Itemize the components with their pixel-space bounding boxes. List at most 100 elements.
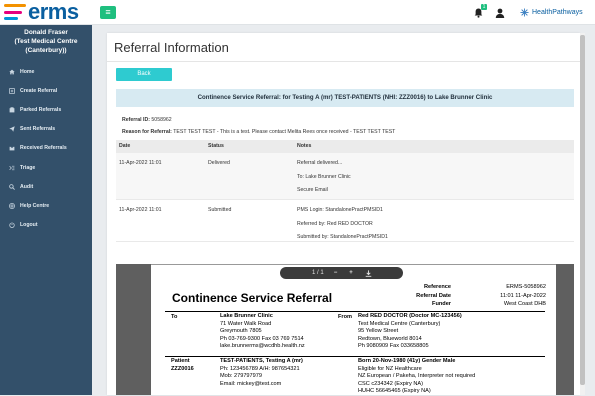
row-notes: Referral delivered... To: Lake Brunner C…	[297, 157, 574, 199]
meta-value: West Coast DHB	[503, 301, 546, 308]
row-status: Delivered	[208, 160, 230, 166]
referral-id-value: 5058962	[151, 117, 172, 123]
healthpathways-icon	[520, 8, 529, 17]
row-date: 11-Apr-2022 11:01	[119, 160, 162, 166]
sidebar-item-parked-referrals[interactable]: Parked Referrals	[0, 100, 92, 119]
born-block: Born 20-Nov-1980 (41y) Gender Male Eligi…	[358, 358, 475, 396]
main-content: Referral Information Back Continence Ser…	[92, 25, 595, 395]
logo-mark	[4, 4, 26, 20]
from-line: Test Medical Centre (Canterbury)	[358, 320, 441, 327]
from-line: 95 Yellow Street	[358, 328, 399, 335]
help-icon	[9, 202, 15, 209]
sidebar-item-label: Parked Referrals	[20, 106, 62, 113]
scrollbar[interactable]	[580, 33, 585, 395]
menu-toggle-button[interactable]: ≡	[100, 6, 116, 19]
zoom-in-button[interactable]: +	[349, 270, 353, 276]
from-block: Red RED DOCTOR (Doctor MC-123456) Test M…	[358, 313, 462, 351]
to-line: Greymouth 7805	[220, 328, 262, 335]
sidebar-item-label: Triage	[20, 164, 36, 171]
patient-line: Ph: 123456789 A/H: 987654321	[220, 365, 300, 372]
note-line: Referral delivered...	[297, 160, 343, 166]
note-line: To: Lake Brunner Clinic	[297, 173, 351, 180]
sent-icon	[9, 126, 15, 132]
pdf-toolbar: 1 / 1 − +	[280, 267, 403, 279]
from-label: From	[338, 314, 352, 320]
meta-key: Funder	[432, 301, 451, 308]
referral-id-line: Referral ID: 5058962	[122, 117, 172, 123]
sidebar-item-label: Create Referral	[20, 87, 58, 94]
create-icon	[9, 88, 15, 94]
sidebar-item-label: Sent Referrals	[20, 126, 56, 133]
sidebar-item-received-referrals[interactable]: Received Referrals	[0, 139, 92, 158]
from-line: Red RED DOCTOR (Doctor MC-123456)	[358, 313, 462, 319]
patient-nhi: ZZZ0016	[171, 365, 194, 372]
sidebar-item-help-centre[interactable]: Help Centre	[0, 196, 92, 215]
meta-value: ERMS-5058962	[506, 284, 546, 290]
to-label: To	[171, 314, 178, 320]
column-header-status: Status	[208, 143, 224, 149]
parked-icon	[9, 107, 15, 113]
reason-line: Reason for Referral: TEST TEST TEST - Th…	[122, 129, 395, 135]
erms-logo[interactable]: erms	[4, 1, 79, 23]
sidebar-item-logout[interactable]: Logout	[0, 216, 92, 235]
patient-block: TEST-PATIENTS, Testing A (mr) Ph: 123456…	[220, 358, 303, 388]
zoom-out-button[interactable]: −	[334, 270, 338, 276]
reason-label: Reason for Referral:	[122, 129, 172, 135]
sidebar-item-label: Logout	[20, 222, 38, 229]
doc-meta: Reference ERMS-5058962 Referral Date 11:01…	[391, 283, 546, 309]
reason-value: TEST TEST TEST - This is a test. Please …	[173, 129, 396, 135]
doc-rule	[165, 356, 545, 357]
sidebar-item-triage[interactable]: Triage	[0, 158, 92, 177]
born-line: CSC c234342 (Expiry NA)	[358, 380, 423, 387]
user-icon[interactable]	[495, 8, 505, 18]
sidebar-item-label: Audit	[20, 183, 34, 190]
from-line: Ph 9080909 Fax 033658805	[358, 343, 429, 350]
scrollbar-thumb[interactable]	[580, 35, 585, 385]
patient-label: Patient	[171, 358, 190, 364]
download-icon[interactable]	[365, 269, 372, 277]
note-line: Referred by: Red RED DOCTOR	[297, 220, 373, 227]
note-line: PMS Login: StandalonePractPMSID1	[297, 207, 383, 213]
back-button[interactable]: Back	[116, 68, 172, 81]
power-icon	[9, 222, 15, 228]
received-icon	[9, 145, 15, 151]
born-line: Born 20-Nov-1980 (41y) Gender Male	[358, 358, 456, 364]
column-header-notes: Notes	[297, 143, 312, 149]
table-header: Date Status Notes	[116, 140, 574, 153]
page-title: Referral Information	[114, 40, 229, 55]
sidebar-item-home[interactable]: Home	[0, 62, 92, 81]
doc-rule	[165, 311, 545, 312]
triage-icon	[9, 165, 15, 170]
page-indicator: 1 / 1	[312, 270, 324, 276]
sidebar-item-create-referral[interactable]: Create Referral	[0, 81, 92, 100]
table-row: 11-Apr-2022 11:01 Delivered Referral del…	[116, 153, 574, 200]
table-row: 11-Apr-2022 11:01 Submitted PMS Login: S…	[116, 200, 574, 242]
user-org-line1: (Test Medical Centre	[14, 38, 78, 45]
to-block: Lake Brunner Clinic 71 Water Walk Road G…	[220, 313, 305, 351]
sidebar: Donald Fraser (Test Medical Centre (Cant…	[0, 25, 92, 395]
meta-key: Reference	[423, 284, 451, 290]
pdf-viewer[interactable]: Continence Service Referral Reference ERM…	[116, 264, 574, 395]
sidebar-item-label: Help Centre	[20, 202, 50, 209]
meta-value: 11:01 11-Apr-2022	[500, 292, 546, 299]
healthpathways-label: HealthPathways	[532, 9, 583, 16]
referral-id-label: Referral ID:	[122, 117, 150, 123]
sidebar-item-sent-referrals[interactable]: Sent Referrals	[0, 120, 92, 139]
from-line: Redtown, Blueworld 8014	[358, 335, 422, 342]
user-name: Donald Fraser	[24, 29, 68, 36]
row-notes: PMS Login: StandalonePractPMSID1 Referre…	[297, 204, 574, 241]
doc-title: Continence Service Referral	[172, 291, 333, 305]
patient-line: Mob: 279797979	[220, 373, 262, 380]
sidebar-item-audit[interactable]: Audit	[0, 177, 92, 196]
meta-key: Referral Date	[416, 292, 451, 299]
born-line: Eligible for NZ Healthcare	[358, 365, 422, 372]
top-bar: erms ≡ 1 HealthPathways	[0, 0, 595, 25]
sidebar-nav: Home Create Referral Parked Referrals Se…	[0, 62, 92, 235]
patient-line: Email: mickey@test.com	[220, 380, 282, 387]
note-line: Secure Email	[297, 187, 328, 193]
column-header-date: Date	[119, 143, 131, 149]
sidebar-item-label: Home	[20, 68, 35, 75]
row-date: 11-Apr-2022 11:01	[119, 207, 162, 213]
to-line: lake.brunnerms@wcdhb.health.nz	[220, 343, 305, 350]
healthpathways-link[interactable]: HealthPathways	[520, 8, 583, 17]
